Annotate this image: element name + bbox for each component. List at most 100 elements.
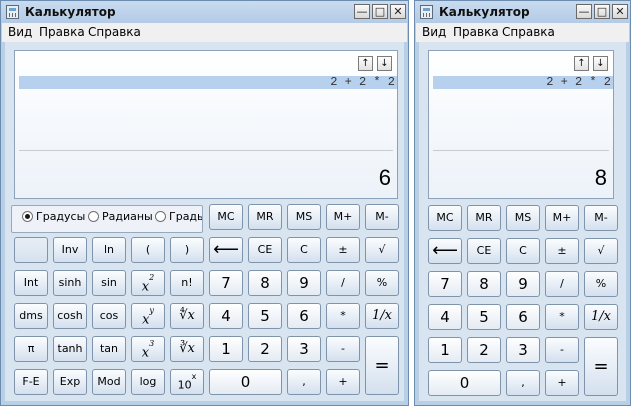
close-paren-button[interactable]: ) (170, 237, 204, 263)
cube-root-button[interactable]: ∛x (170, 336, 204, 362)
menu-edit[interactable]: Правка (39, 25, 85, 39)
equals-button[interactable]: = (584, 337, 618, 396)
history-expression[interactable]: 2 + 2 * 2 (19, 76, 397, 89)
radians-radio[interactable] (88, 211, 99, 222)
subtract-button[interactable]: - (545, 337, 579, 363)
digit-8-button[interactable]: 8 (248, 270, 282, 296)
plus-minus-button[interactable]: ± (545, 238, 579, 264)
close-button[interactable]: ✕ (612, 4, 628, 19)
reciprocal-button[interactable]: 1/x (365, 303, 399, 329)
multiply-button[interactable]: * (326, 303, 360, 329)
close-button[interactable]: ✕ (390, 4, 406, 19)
minimize-button[interactable]: — (576, 4, 592, 19)
ce-button[interactable]: CE (248, 237, 282, 263)
pi-button[interactable]: π (14, 336, 48, 362)
ln-button[interactable]: ln (92, 237, 126, 263)
sinh-button[interactable]: sinh (53, 270, 87, 296)
m-plus-button[interactable]: M+ (326, 204, 360, 230)
digit-3-button[interactable]: 3 (287, 336, 321, 362)
open-paren-button[interactable]: ( (131, 237, 165, 263)
int-button[interactable]: Int (14, 270, 48, 296)
yroot-button[interactable]: ∜x (170, 303, 204, 329)
menu-edit[interactable]: Правка (453, 25, 499, 39)
mc-button[interactable]: MC (428, 205, 462, 231)
backspace-button[interactable]: ⟵ (209, 237, 243, 263)
mr-button[interactable]: MR (248, 204, 282, 230)
subtract-button[interactable]: - (326, 336, 360, 362)
cube-button[interactable]: x3 (131, 336, 165, 362)
grads-label[interactable]: Грады (169, 210, 202, 223)
title-bar[interactable]: Калькулятор — □ ✕ (415, 1, 630, 23)
radians-label[interactable]: Радианы (102, 210, 153, 223)
tanh-button[interactable]: tanh (53, 336, 87, 362)
ms-button[interactable]: MS (287, 204, 321, 230)
minimize-button[interactable]: — (354, 4, 370, 19)
digit-9-button[interactable]: 9 (287, 270, 321, 296)
history-up-button[interactable]: ↑ (358, 56, 373, 71)
reciprocal-button[interactable]: 1/x (584, 304, 618, 330)
divide-button[interactable]: / (545, 271, 579, 297)
grads-radio[interactable] (155, 211, 166, 222)
divide-button[interactable]: / (326, 270, 360, 296)
backspace-button[interactable]: ⟵ (428, 238, 462, 264)
history-up-button[interactable]: ↑ (574, 56, 589, 71)
digit-6-button[interactable]: 6 (287, 303, 321, 329)
m-plus-button[interactable]: M+ (545, 205, 579, 231)
mod-button[interactable]: Mod (92, 369, 126, 395)
fe-button[interactable]: F-E (14, 369, 48, 395)
percent-button[interactable]: % (584, 271, 618, 297)
degrees-label[interactable]: Градусы (36, 210, 85, 223)
maximize-button[interactable]: □ (372, 4, 388, 19)
digit-4-button[interactable]: 4 (428, 304, 462, 330)
digit-1-button[interactable]: 1 (209, 336, 243, 362)
tan-button[interactable]: tan (92, 336, 126, 362)
digit-7-button[interactable]: 7 (209, 270, 243, 296)
digit-0-button[interactable]: 0 (209, 369, 282, 395)
ce-button[interactable]: CE (467, 238, 501, 264)
plus-minus-button[interactable]: ± (326, 237, 360, 263)
digit-9-button[interactable]: 9 (506, 271, 540, 297)
m-minus-button[interactable]: M- (584, 205, 618, 231)
digit-2-button[interactable]: 2 (248, 336, 282, 362)
mc-button[interactable]: MC (209, 204, 243, 230)
sin-button[interactable]: sin (92, 270, 126, 296)
equals-button[interactable]: = (365, 336, 399, 395)
percent-button[interactable]: % (365, 270, 399, 296)
inv-button[interactable]: Inv (53, 237, 87, 263)
digit-5-button[interactable]: 5 (467, 304, 501, 330)
digit-4-button[interactable]: 4 (209, 303, 243, 329)
decimal-button[interactable]: , (287, 369, 321, 395)
digit-5-button[interactable]: 5 (248, 303, 282, 329)
history-down-button[interactable]: ↓ (593, 56, 608, 71)
digit-8-button[interactable]: 8 (467, 271, 501, 297)
title-bar[interactable]: Калькулятор — □ ✕ (1, 1, 408, 23)
sqrt-button[interactable]: √ (365, 237, 399, 263)
menu-view[interactable]: Вид (8, 25, 32, 39)
log-button[interactable]: log (131, 369, 165, 395)
m-minus-button[interactable]: M- (365, 204, 399, 230)
history-down-button[interactable]: ↓ (377, 56, 392, 71)
history-expression[interactable]: 2 + 2 * 2 (433, 76, 613, 89)
ms-button[interactable]: MS (506, 205, 540, 231)
factorial-button[interactable]: n! (170, 270, 204, 296)
maximize-button[interactable]: □ (594, 4, 610, 19)
square-button[interactable]: x2 (131, 270, 165, 296)
cosh-button[interactable]: cosh (53, 303, 87, 329)
cos-button[interactable]: cos (92, 303, 126, 329)
c-button[interactable]: C (287, 237, 321, 263)
add-button[interactable]: + (545, 370, 579, 396)
dms-button[interactable]: dms (14, 303, 48, 329)
decimal-button[interactable]: , (506, 370, 540, 396)
digit-1-button[interactable]: 1 (428, 337, 462, 363)
menu-help[interactable]: Справка (88, 25, 141, 39)
multiply-button[interactable]: * (545, 304, 579, 330)
digit-7-button[interactable]: 7 (428, 271, 462, 297)
digit-3-button[interactable]: 3 (506, 337, 540, 363)
sqrt-button[interactable]: √ (584, 238, 618, 264)
digit-2-button[interactable]: 2 (467, 337, 501, 363)
menu-view[interactable]: Вид (422, 25, 446, 39)
degrees-radio[interactable] (22, 211, 33, 222)
exp-button[interactable]: Exp (53, 369, 87, 395)
digit-0-button[interactable]: 0 (428, 370, 501, 396)
c-button[interactable]: C (506, 238, 540, 264)
